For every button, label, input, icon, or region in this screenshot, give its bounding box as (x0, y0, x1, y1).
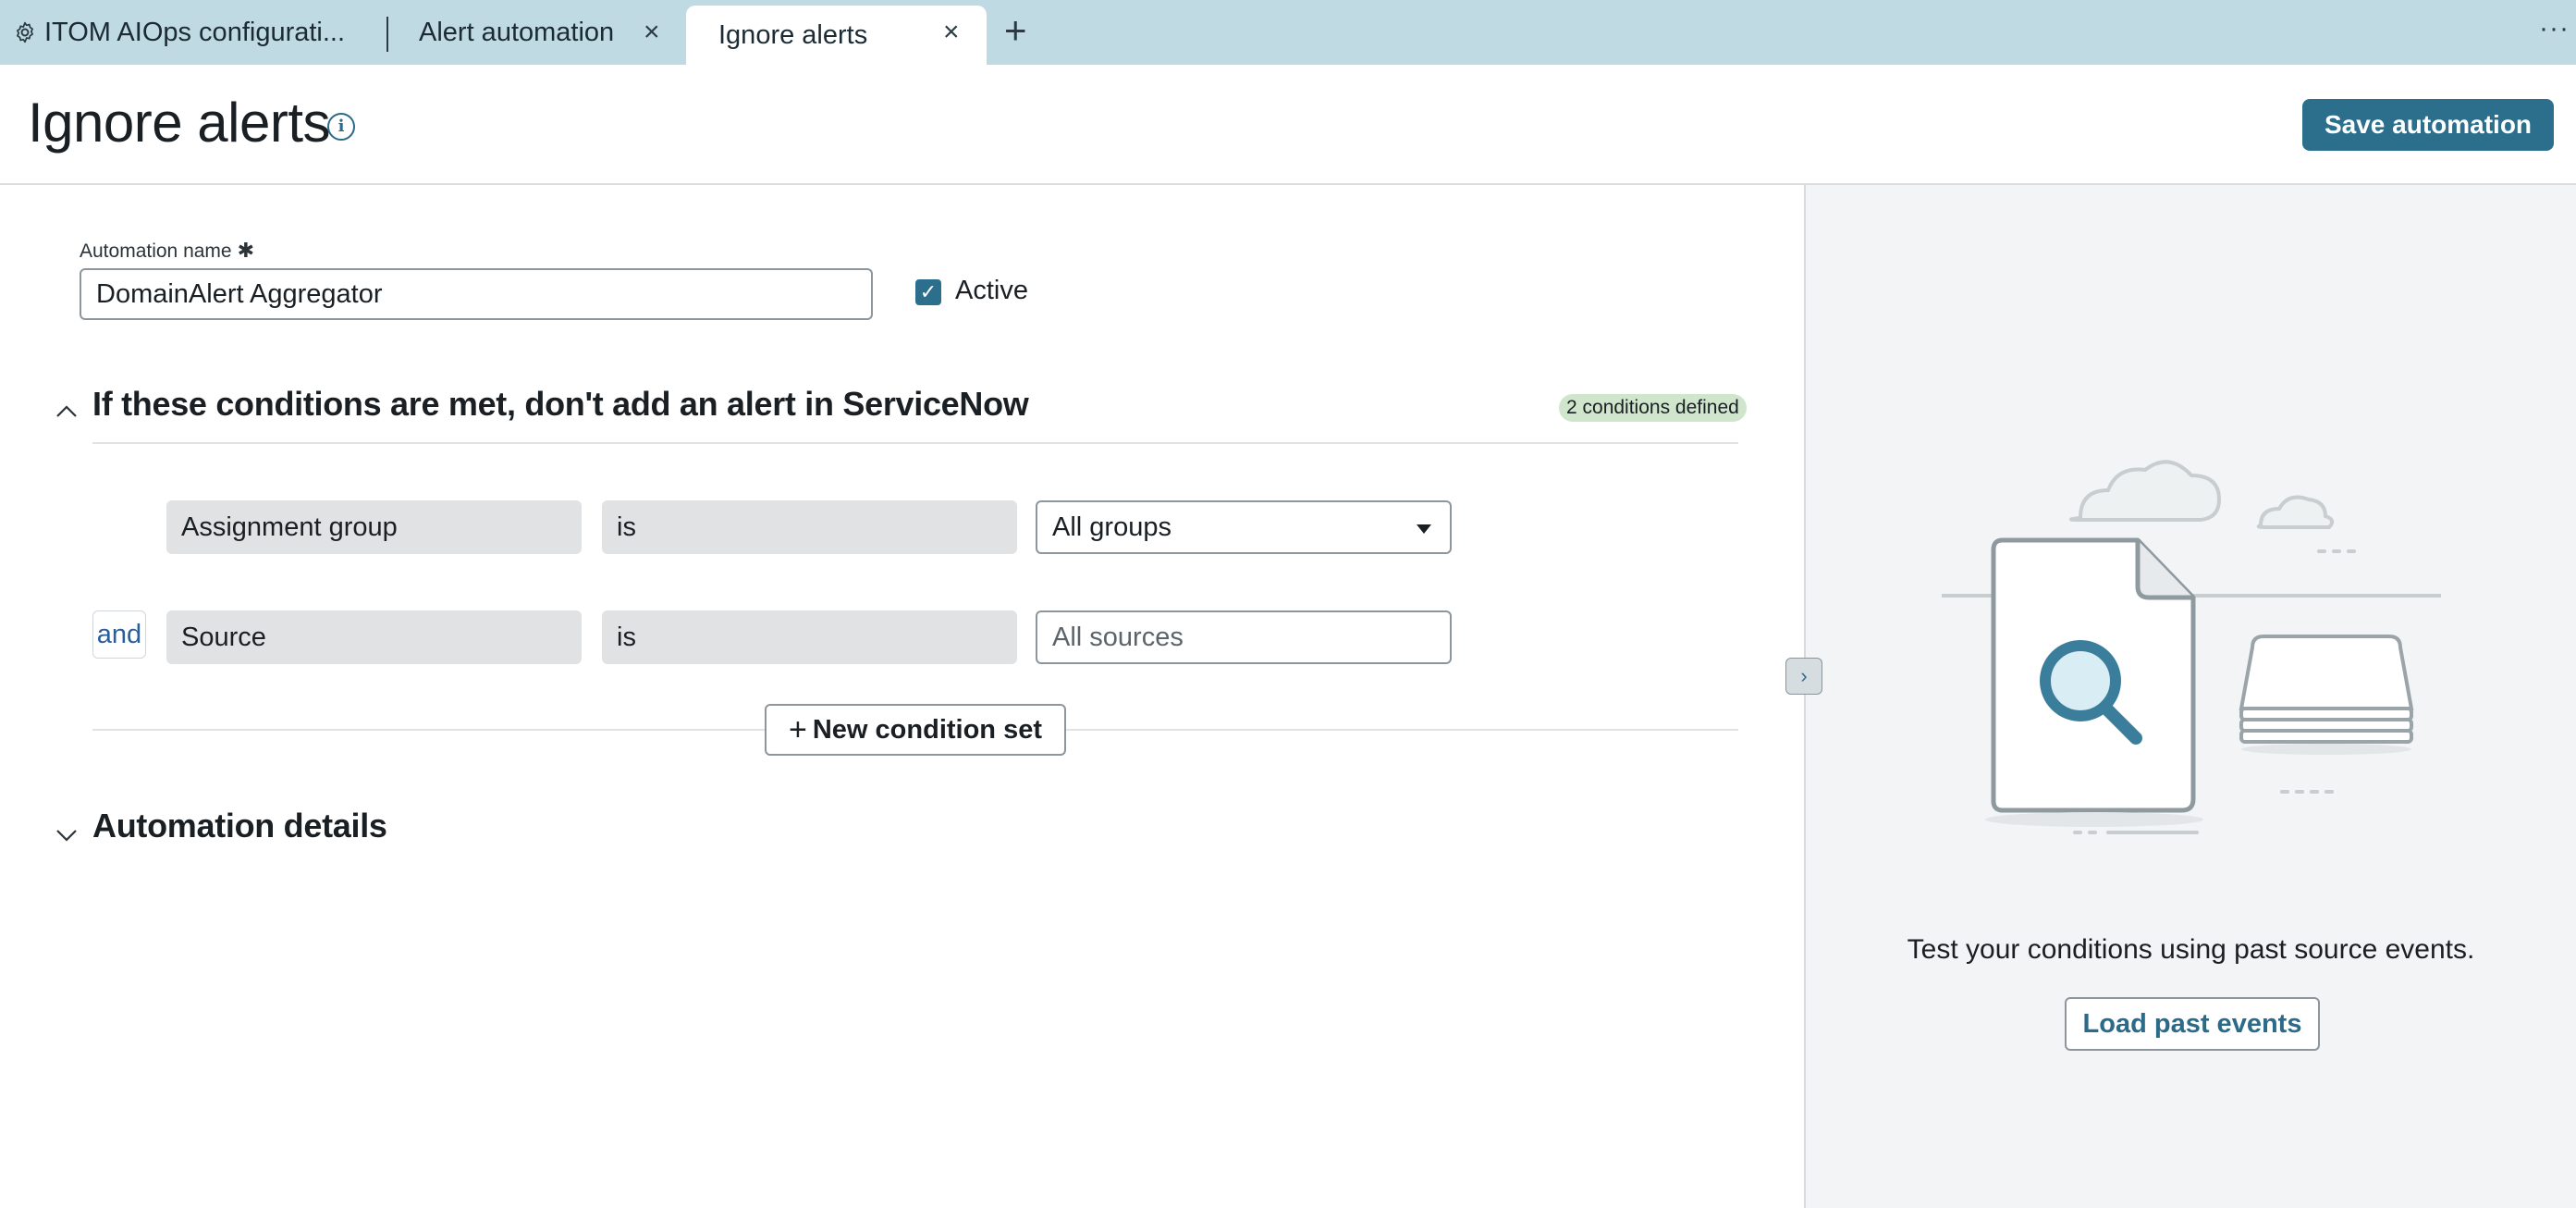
required-icon: ✱ (237, 239, 255, 262)
tab-label: Ignore alerts (718, 19, 868, 50)
tab-alert-automation[interactable]: Alert automation (419, 0, 614, 65)
test-panel: Test your conditions using past source e… (1806, 185, 2576, 1208)
conditions-count-badge: 2 conditions defined (1559, 394, 1747, 422)
condition-field: Assignment group (166, 500, 582, 554)
load-past-events-button[interactable]: Load past events (2065, 997, 2320, 1051)
active-checkbox[interactable]: ✓ (915, 279, 941, 305)
automation-details-title[interactable]: Automation details (92, 807, 387, 845)
tab-label: Alert automation (419, 17, 615, 47)
gear-icon (17, 21, 33, 43)
condition-field: Source (166, 610, 582, 664)
tab-separator (386, 17, 388, 52)
more-options-icon[interactable]: ··· (2539, 13, 2570, 44)
plus-icon: + (789, 711, 807, 747)
page-title: Ignore alerts (28, 92, 331, 154)
and-connector[interactable]: and (92, 610, 146, 659)
section-divider (92, 442, 1738, 444)
automation-name-input[interactable] (80, 268, 873, 320)
chevron-down-icon[interactable] (55, 821, 78, 850)
test-conditions-text: Test your conditions using past source e… (1907, 934, 2475, 965)
condition-operator: is (602, 500, 1017, 554)
tab-itom-config[interactable]: ITOM AIOps configurati... (13, 0, 345, 65)
divider (1066, 729, 1738, 731)
automation-form: Automation name✱ ✓ Active If these condi… (0, 185, 1804, 1208)
chevron-up-icon[interactable] (55, 396, 78, 425)
save-automation-button[interactable]: Save automation (2302, 99, 2554, 151)
new-condition-set-label: New condition set (812, 714, 1042, 745)
divider (92, 729, 765, 731)
tab-bar: ITOM AIOps configurati... Alert automati… (0, 0, 2576, 65)
dropdown-caret-icon (1417, 524, 1431, 534)
tab-label: ITOM AIOps configurati... (44, 17, 346, 47)
select-value: All groups (1052, 512, 1171, 542)
active-label: Active (955, 276, 1028, 305)
chevron-right-icon[interactable]: › (1785, 658, 1822, 695)
automation-name-label-text: Automation name (80, 240, 232, 262)
tab-ignore-alerts[interactable]: Ignore alerts (686, 6, 987, 65)
conditions-section-title: If these conditions are met, don't add a… (92, 385, 1029, 423)
source-input[interactable]: All sources (1036, 610, 1452, 664)
new-condition-set-button[interactable]: + New condition set (765, 704, 1066, 756)
add-tab-icon[interactable]: + (1004, 11, 1027, 50)
assignment-group-select[interactable]: All groups (1036, 500, 1452, 554)
page-header: Ignore alerts i Save automation (0, 65, 2576, 185)
close-icon[interactable]: × (644, 18, 660, 46)
condition-operator: is (602, 610, 1017, 664)
automation-name-label: Automation name ✱ (80, 239, 254, 263)
info-icon[interactable]: i (327, 113, 355, 141)
close-icon[interactable]: × (943, 18, 960, 46)
search-document-illustration (1942, 460, 2441, 834)
